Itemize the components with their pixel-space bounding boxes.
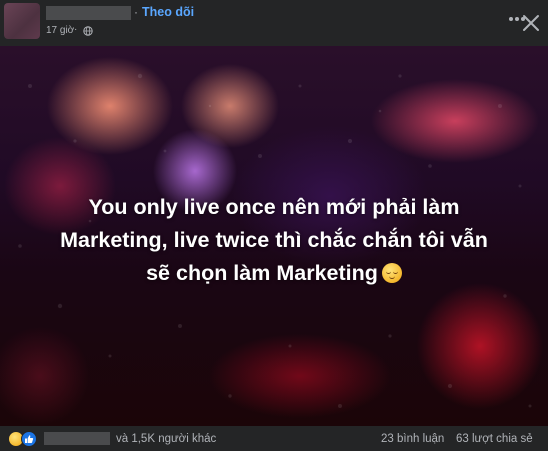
separator: · [134,5,138,19]
time-separator: · [74,24,78,35]
reactions-summary[interactable]: và 1,5K người khác [116,433,216,445]
reactor-names-redacted[interactable] [44,432,110,445]
post-image[interactable]: You only live once nên mới phải làm Mark… [0,46,548,426]
avatar[interactable] [4,3,40,39]
author-name-redacted[interactable] [46,6,131,20]
post-caption: You only live once nên mới phải làm Mark… [24,191,524,290]
post-footer: và 1,5K người khác 23 bình luận 63 lượt … [0,426,548,451]
caption-line-1: You only live once nên mới phải làm [88,195,460,219]
comments-count[interactable]: 23 bình luận [381,433,444,445]
relieved-face-emoji [381,263,402,283]
caption-line-2: Marketing, live twice thì chắc chắn tôi … [60,228,488,252]
globe-icon [83,26,93,36]
follow-button[interactable]: Theo dõi [142,5,194,19]
post-time[interactable]: 17 giờ [46,25,74,36]
caption-line-3: sẽ chọn làm Marketing [146,261,378,285]
shares-count[interactable]: 63 lượt chia sẻ [456,433,533,445]
post-header: · Theo dõi 17 giờ · [0,0,548,46]
thumbs-up-icon [25,435,34,443]
close-icon[interactable] [520,12,542,34]
like-icon[interactable] [21,431,37,447]
